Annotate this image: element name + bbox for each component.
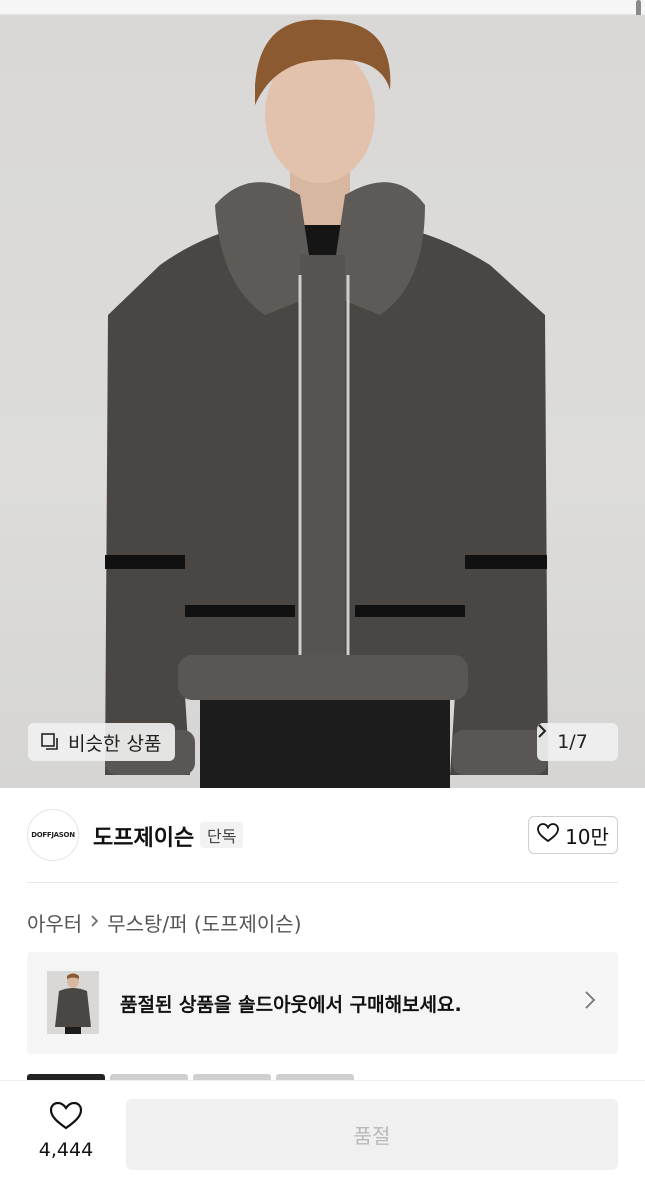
breadcrumb-item-category[interactable]: 무스탕/퍼 (도프제이슨) (107, 908, 301, 937)
wish-count: 4,444 (38, 1139, 94, 1161)
soldout-banner[interactable]: 품절된 상품을 솔드아웃에서 구매해보세요. (27, 952, 618, 1054)
soldout-button[interactable]: 품절 (126, 1099, 618, 1170)
image-counter-text: 1/7 (557, 731, 588, 753)
similar-items-icon (40, 732, 60, 752)
brand-name[interactable]: 도프제이슨 (93, 820, 194, 852)
heart-icon (537, 822, 559, 848)
similar-products-button[interactable]: 비슷한 상품 (28, 723, 176, 761)
image-counter[interactable]: 1/7 (537, 723, 618, 761)
brand-row: DOFFJASON 도프제이슨 단독 10만 (0, 800, 645, 870)
breadcrumb: 아우터 무스탕/퍼 (도프제이슨) (27, 908, 302, 937)
similar-products-label: 비슷한 상품 (68, 732, 162, 755)
top-strip (0, 0, 645, 15)
breadcrumb-item-outer[interactable]: 아우터 (27, 908, 82, 937)
chevron-right-icon (90, 912, 99, 933)
product-photo (105, 19, 548, 788)
chevron-right-icon (584, 990, 596, 1014)
product-image[interactable]: 비슷한 상품 1/7 (0, 15, 645, 788)
bottom-action-bar: 4,444 품절 (0, 1080, 645, 1201)
brand-like-button[interactable]: 10만 (528, 816, 618, 854)
wishlist-button[interactable]: 4,444 (30, 1101, 102, 1161)
brand-logo-text: DOFFJASON (31, 831, 75, 839)
divider (27, 882, 618, 883)
exclusive-badge: 단독 (200, 822, 244, 848)
brand-like-count: 10만 (565, 824, 609, 849)
soldout-thumbnail (47, 971, 99, 1034)
heart-icon (49, 1101, 83, 1135)
soldout-button-label: 품절 (353, 1124, 391, 1148)
soldout-message: 품절된 상품을 솔드아웃에서 구매해보세요. (120, 994, 462, 1016)
brand-logo[interactable]: DOFFJASON (27, 809, 79, 861)
